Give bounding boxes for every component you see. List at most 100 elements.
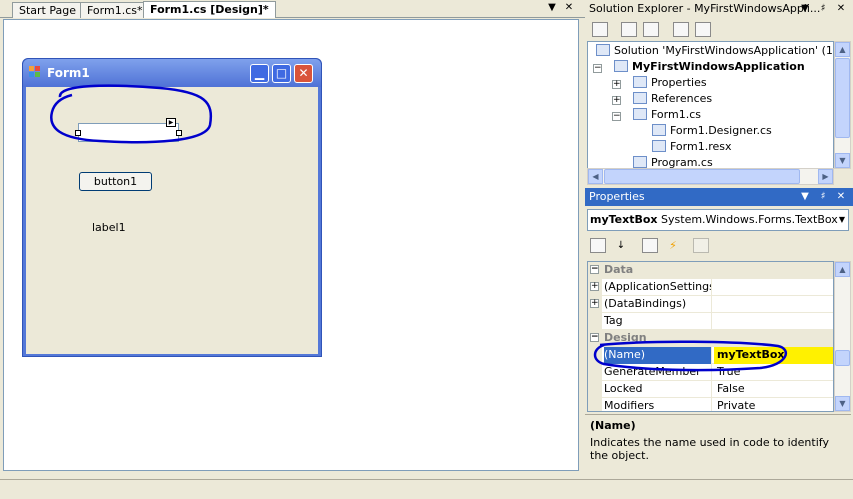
property-value[interactable]: [714, 296, 833, 313]
solution-tree-vertical-scrollbar[interactable]: ▲ ▼: [834, 41, 851, 169]
expand-icon[interactable]: +: [612, 96, 621, 105]
property-pages-icon[interactable]: [693, 238, 709, 253]
tab-start-page[interactable]: Start Page: [12, 2, 83, 18]
property-row-name-selected[interactable]: (Name) myTextBox: [588, 347, 833, 364]
tree-item-form1-resx[interactable]: Form1.resx: [652, 139, 732, 155]
events-icon[interactable]: ⚡: [665, 238, 681, 253]
property-name: Modifiers: [604, 398, 712, 411]
resize-handle-left[interactable]: [75, 130, 81, 136]
property-name: Locked: [604, 381, 712, 398]
tree-item-program[interactable]: Program.cs: [633, 155, 713, 168]
scroll-thumb[interactable]: [604, 169, 800, 184]
close-icon[interactable]: ✕: [563, 2, 575, 13]
property-value[interactable]: myTextBox: [714, 347, 833, 364]
property-value[interactable]: Private: [714, 398, 833, 411]
my-textbox[interactable]: [78, 123, 179, 142]
expand-icon[interactable]: +: [612, 80, 621, 89]
alphabetical-icon[interactable]: ↓: [613, 238, 629, 253]
property-name: GenerateMember: [604, 364, 712, 381]
refresh-icon[interactable]: [643, 22, 659, 37]
tab-label: Start Page: [19, 4, 76, 17]
categorized-icon[interactable]: [590, 238, 606, 253]
property-row[interactable]: GenerateMember True: [588, 364, 833, 381]
close-icon[interactable]: ✕: [835, 0, 847, 18]
dropdown-arrow-icon[interactable]: ▼: [839, 210, 845, 230]
scroll-up-icon[interactable]: ▲: [835, 262, 850, 277]
row-gutter: +: [588, 296, 602, 313]
solution-tree-horizontal-scrollbar[interactable]: ◀ ▶: [587, 168, 834, 185]
scroll-up-icon[interactable]: ▲: [835, 42, 850, 57]
tree-item-project[interactable]: MyFirstWindowsApplication: [614, 59, 805, 75]
tab-form1-code[interactable]: Form1.cs*: [80, 2, 150, 18]
minimize-button[interactable]: ▁: [250, 64, 269, 83]
category-data[interactable]: − Data: [588, 262, 833, 279]
property-row[interactable]: + (DataBindings): [588, 296, 833, 313]
property-row[interactable]: Tag: [588, 313, 833, 330]
close-icon[interactable]: ✕: [835, 188, 847, 206]
properties-title-bar[interactable]: Properties ▼ ♯ ✕: [585, 188, 853, 206]
property-value[interactable]: [714, 279, 833, 296]
scroll-down-icon[interactable]: ▼: [835, 153, 850, 168]
scroll-thumb[interactable]: [835, 350, 850, 366]
tree-item-form1[interactable]: Form1.cs: [633, 107, 701, 123]
solution-tree[interactable]: Solution 'MyFirstWindowsApplication' (1 …: [587, 41, 834, 169]
property-value[interactable]: False: [714, 381, 833, 398]
form-close-button[interactable]: ✕: [294, 64, 313, 83]
smart-tag-arrow-icon[interactable]: ▶: [166, 118, 176, 127]
scroll-left-icon[interactable]: ◀: [588, 169, 603, 184]
dropdown-arrow-icon[interactable]: ▼: [799, 0, 811, 18]
pin-icon[interactable]: ♯: [817, 188, 829, 206]
pin-icon[interactable]: ♯: [817, 0, 829, 18]
tree-label: References: [651, 92, 713, 105]
designer-surface[interactable]: Form1 ▁ □ ✕ ▶ button1 label1: [3, 19, 579, 471]
category-design[interactable]: − Design: [588, 330, 833, 347]
row-gutter: +: [588, 279, 602, 296]
property-grid[interactable]: − Data + (ApplicationSettings) + (DataBi…: [587, 261, 834, 412]
property-row[interactable]: + (ApplicationSettings): [588, 279, 833, 296]
button1[interactable]: button1: [79, 172, 152, 191]
collapse-icon[interactable]: −: [590, 333, 599, 342]
show-all-files-icon[interactable]: [621, 22, 637, 37]
properties-title: Properties: [589, 190, 645, 203]
property-row[interactable]: Modifiers Private: [588, 398, 833, 411]
scroll-down-icon[interactable]: ▼: [835, 396, 850, 411]
form-client-area[interactable]: ▶ button1 label1: [26, 87, 318, 354]
row-gutter: −: [588, 262, 602, 279]
code-file-icon: [652, 124, 666, 136]
tree-item-properties[interactable]: Properties: [633, 75, 707, 91]
form-window[interactable]: Form1 ▁ □ ✕ ▶ button1 label1: [22, 58, 322, 357]
form-title-bar[interactable]: Form1 ▁ □ ✕: [23, 59, 321, 87]
properties-icon[interactable]: [592, 22, 608, 37]
solution-explorer-title-bar[interactable]: Solution Explorer - MyFirstWindowsAppli.…: [585, 0, 853, 18]
property-value[interactable]: True: [714, 364, 833, 381]
tab-dropdown-icon[interactable]: ▼: [546, 2, 558, 13]
tree-item-solution[interactable]: Solution 'MyFirstWindowsApplication' (1 …: [596, 43, 833, 59]
maximize-button[interactable]: □: [272, 64, 291, 83]
expand-icon[interactable]: +: [590, 299, 599, 308]
tab-form1-design[interactable]: Form1.cs [Design]*: [143, 1, 276, 18]
scroll-thumb[interactable]: [835, 58, 850, 138]
dropdown-arrow-icon[interactable]: ▼: [799, 188, 811, 206]
view-designer-icon[interactable]: [695, 22, 711, 37]
collapse-icon[interactable]: −: [593, 64, 602, 73]
expand-icon[interactable]: +: [590, 282, 599, 291]
resize-handle-right[interactable]: [176, 130, 182, 136]
collapse-icon[interactable]: −: [590, 265, 599, 274]
csharp-project-icon: [614, 60, 628, 72]
tab-label: Form1.cs*: [87, 4, 143, 17]
scroll-right-icon[interactable]: ▶: [818, 169, 833, 184]
tree-label: Solution 'MyFirstWindowsApplication' (1 …: [614, 44, 833, 57]
tree-label: Form1.resx: [670, 140, 732, 153]
view-code-icon[interactable]: [673, 22, 689, 37]
label1[interactable]: label1: [92, 221, 126, 234]
collapse-icon[interactable]: −: [612, 112, 621, 121]
tree-item-form1-designer[interactable]: Form1.Designer.cs: [652, 123, 772, 139]
properties-view-icon[interactable]: [642, 238, 658, 253]
property-row[interactable]: Locked False: [588, 381, 833, 398]
row-gutter: [588, 398, 602, 411]
object-selector[interactable]: myTextBox System.Windows.Forms.TextBox ▼: [587, 209, 849, 231]
tree-item-references[interactable]: References: [633, 91, 712, 107]
status-bar: [0, 479, 853, 499]
property-value[interactable]: [714, 313, 833, 330]
property-grid-scrollbar[interactable]: ▲ ▼: [834, 261, 851, 412]
